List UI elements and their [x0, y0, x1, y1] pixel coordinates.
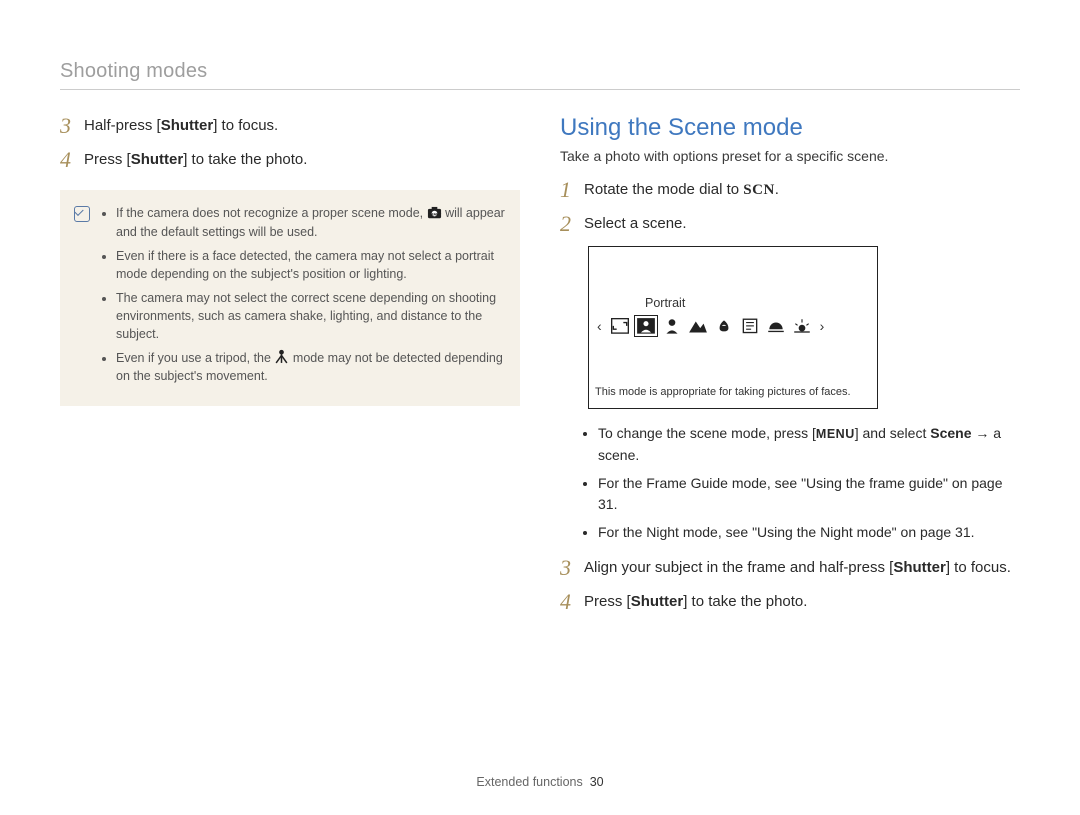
note-item: If the camera does not recognize a prope…: [116, 204, 506, 240]
step-number: 3: [560, 556, 584, 580]
step-number: 4: [60, 148, 84, 172]
two-column-layout: 3 Half-press [Shutter] to focus. 4 Press…: [60, 114, 1020, 624]
note-item: Even if there is a face detected, the ca…: [116, 247, 506, 283]
step-text: Select a scene.: [584, 212, 687, 236]
footer-section: Extended functions: [476, 775, 582, 789]
step-text: Half-press [Shutter] to focus.: [84, 114, 278, 138]
frame-guide-icon: [610, 317, 630, 335]
manual-page: Shooting modes 3 Half-press [Shutter] to…: [0, 0, 1080, 815]
closeup-icon: [714, 317, 734, 335]
note-item: The camera may not select the correct sc…: [116, 289, 506, 343]
step-3: 3 Half-press [Shutter] to focus.: [60, 114, 520, 138]
step-2: 2 Select a scene.: [560, 212, 1020, 236]
right-column: Using the Scene mode Take a photo with o…: [560, 114, 1020, 624]
dawn-icon: [792, 317, 812, 335]
note-item: Even if you use a tripod, the mode may n…: [116, 349, 506, 385]
section-title: Using the Scene mode: [560, 114, 1020, 142]
step-text: Rotate the mode dial to SCN.: [584, 178, 779, 202]
note-check-icon: [74, 206, 90, 222]
scene-name-label: Portrait: [589, 293, 877, 313]
text-icon: [740, 317, 760, 335]
chevron-left-icon: ‹: [595, 318, 604, 334]
screen-mid-area: [589, 341, 877, 383]
menu-button-label: MENU: [816, 427, 855, 441]
step-number: 4: [560, 590, 584, 614]
camera-screen-illustration: Portrait ‹ › This mode is appropriate fo…: [588, 246, 878, 409]
divider: [60, 89, 1020, 90]
note-list: If the camera does not recognize a prope…: [100, 204, 506, 391]
step-number: 1: [560, 178, 584, 202]
children-icon: [662, 317, 682, 335]
step-4: 4 Press [Shutter] to take the photo.: [60, 148, 520, 172]
sunset-icon: [766, 317, 786, 335]
scn-mode-label: SCN: [743, 182, 775, 198]
sub-bullet-list: To change the scene mode, press [MENU] a…: [560, 423, 1020, 543]
landscape-icon: [688, 317, 708, 335]
step-1: 1 Rotate the mode dial to SCN.: [560, 178, 1020, 202]
tripod-icon: [274, 349, 289, 362]
scene-icon-strip: ‹ ›: [589, 313, 877, 341]
step-number: 3: [60, 114, 84, 138]
breadcrumb: Shooting modes: [60, 60, 1020, 83]
step-text: Press [Shutter] to take the photo.: [584, 590, 807, 614]
svg-text:SMART: SMART: [427, 213, 441, 217]
section-subtitle: Take a photo with options preset for a s…: [560, 148, 1020, 164]
step-number: 2: [560, 212, 584, 236]
note-box: If the camera does not recognize a prope…: [60, 190, 520, 405]
step-4: 4 Press [Shutter] to take the photo.: [560, 590, 1020, 614]
portrait-icon: [636, 317, 656, 335]
step-text: Press [Shutter] to take the photo.: [84, 148, 307, 172]
page-footer: Extended functions 30: [0, 775, 1080, 789]
smart-auto-icon: SMART: [427, 206, 442, 219]
page-number: 30: [590, 775, 604, 789]
step-3: 3 Align your subject in the frame and ha…: [560, 556, 1020, 580]
list-item: To change the scene mode, press [MENU] a…: [598, 423, 1020, 466]
list-item: For the Night mode, see "Using the Night…: [598, 522, 1020, 544]
step-text: Align your subject in the frame and half…: [584, 556, 1011, 580]
scene-description: This mode is appropriate for taking pict…: [589, 383, 877, 408]
screen-top-area: [589, 247, 877, 293]
chevron-right-icon: ›: [818, 318, 827, 334]
list-item: For the Frame Guide mode, see "Using the…: [598, 473, 1020, 516]
left-column: 3 Half-press [Shutter] to focus. 4 Press…: [60, 114, 520, 624]
